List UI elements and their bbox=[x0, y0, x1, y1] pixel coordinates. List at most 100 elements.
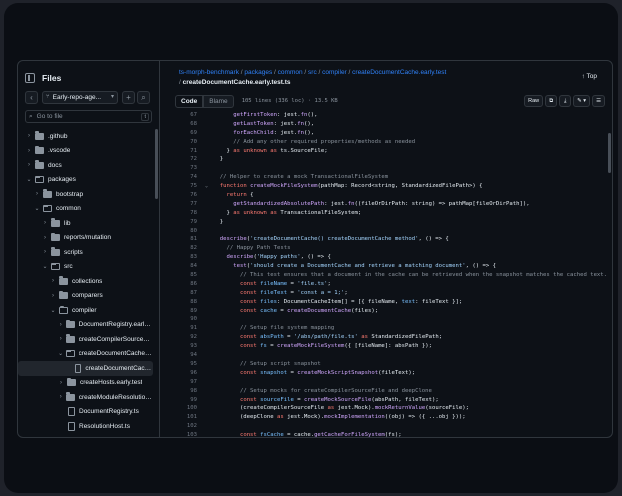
code-text: } as unknown as ts.SourceFile; bbox=[213, 147, 328, 154]
tree-item-label: .vscode bbox=[48, 147, 71, 155]
line-number[interactable]: 71 bbox=[175, 147, 197, 156]
back-button[interactable]: ‹ bbox=[25, 91, 38, 104]
line-number[interactable]: 95 bbox=[175, 360, 197, 369]
folder-icon bbox=[51, 218, 60, 227]
line-number[interactable]: 100 bbox=[175, 404, 197, 413]
tree-folder[interactable]: ⌄ compiler bbox=[18, 303, 153, 318]
breadcrumb-test-folder[interactable]: createDocumentCache.early.test bbox=[352, 69, 446, 76]
tree-file[interactable]: DocumentRegistry.ts bbox=[18, 405, 153, 420]
tree-item-label: packages bbox=[48, 176, 76, 184]
copy-icon[interactable]: ⧉ bbox=[545, 95, 558, 107]
line-number[interactable]: 74 bbox=[175, 173, 197, 182]
line-number[interactable]: 103 bbox=[175, 431, 197, 437]
line-number[interactable]: 90 bbox=[175, 315, 197, 324]
search-button[interactable]: ⌕ bbox=[137, 91, 150, 104]
line-number[interactable]: 86 bbox=[175, 280, 197, 289]
edit-icon[interactable]: ✎ ▾ bbox=[573, 95, 591, 107]
go-to-file-input[interactable]: ⌕ Go to file t bbox=[25, 110, 152, 123]
tree-folder[interactable]: ⌄ common bbox=[18, 202, 153, 217]
line-number[interactable]: 67 bbox=[175, 111, 197, 120]
tree-folder[interactable]: ⌄ src bbox=[18, 260, 153, 275]
tab-code[interactable]: Code bbox=[175, 94, 204, 108]
breadcrumb-repo[interactable]: ts-morph-benchmark bbox=[179, 69, 239, 76]
tree-folder[interactable]: ⌄ createDocumentCache.ear... bbox=[18, 347, 153, 362]
line-number[interactable]: 78 bbox=[175, 209, 197, 218]
download-icon[interactable]: ⤓ bbox=[559, 95, 572, 107]
tree-folder[interactable]: › createHosts.early.test bbox=[18, 376, 153, 391]
fold-gutter bbox=[205, 342, 213, 351]
tree-folder[interactable]: › scripts bbox=[18, 245, 153, 260]
line-number[interactable]: 85 bbox=[175, 271, 197, 280]
tree-file[interactable]: createDocumentCache.e... bbox=[18, 361, 153, 376]
line-number[interactable]: 92 bbox=[175, 333, 197, 342]
line-number[interactable]: 96 bbox=[175, 369, 197, 378]
fold-gutter bbox=[205, 262, 213, 271]
code-text: forEachChild: jest.fn(), bbox=[233, 129, 315, 136]
tree-folder[interactable]: › lib bbox=[18, 216, 153, 231]
line-number[interactable]: 97 bbox=[175, 378, 197, 387]
code-line: 90 bbox=[175, 315, 612, 324]
line-number[interactable]: 89 bbox=[175, 307, 197, 316]
tab-blame[interactable]: Blame bbox=[203, 94, 234, 108]
line-number[interactable]: 87 bbox=[175, 289, 197, 298]
line-number[interactable]: 102 bbox=[175, 422, 197, 431]
files-header: Files bbox=[25, 71, 61, 85]
line-number[interactable]: 79 bbox=[175, 218, 197, 227]
breadcrumb-src[interactable]: src bbox=[308, 69, 317, 76]
tree-folder[interactable]: ⌄ packages bbox=[18, 173, 153, 188]
line-number[interactable]: 99 bbox=[175, 396, 197, 405]
code-line: 68 getLastToken: jest.fn(), bbox=[175, 120, 612, 129]
tree-folder[interactable]: › docs bbox=[18, 158, 153, 173]
line-number[interactable]: 81 bbox=[175, 235, 197, 244]
fold-chevron-icon[interactable]: ⌄ bbox=[205, 182, 213, 191]
branch-selector[interactable]: ⑂ Early-repo-age... ▾ bbox=[42, 91, 118, 104]
line-number[interactable]: 101 bbox=[175, 413, 197, 422]
line-number[interactable]: 73 bbox=[175, 164, 197, 173]
tree-folder[interactable]: › DocumentRegistry.early.test bbox=[18, 318, 153, 333]
line-number[interactable]: 72 bbox=[175, 155, 197, 164]
tree-folder[interactable]: › collections bbox=[18, 274, 153, 289]
collapse-sidebar-icon[interactable] bbox=[25, 73, 35, 83]
line-number[interactable]: 76 bbox=[175, 191, 197, 200]
tree-folder[interactable]: › .github bbox=[18, 129, 153, 144]
code-text: // This test ensures that a document in … bbox=[239, 272, 608, 279]
line-number[interactable]: 69 bbox=[175, 129, 197, 138]
fold-gutter bbox=[205, 164, 213, 173]
tree-folder[interactable]: › createModuleResolutionH... bbox=[18, 390, 153, 405]
line-number[interactable]: 91 bbox=[175, 324, 197, 333]
tree-file[interactable]: ResolutionHost.ts bbox=[18, 419, 153, 434]
line-number[interactable]: 98 bbox=[175, 387, 197, 396]
tree-folder[interactable]: › bootstrap bbox=[18, 187, 153, 202]
add-file-button[interactable]: + bbox=[122, 91, 135, 104]
line-number[interactable]: 77 bbox=[175, 200, 197, 209]
tree-folder[interactable]: › .vscode bbox=[18, 144, 153, 159]
code-text: const fsCache = cache.getCacheForFileSys… bbox=[239, 432, 402, 437]
top-link[interactable]: ↑ Top bbox=[582, 73, 597, 80]
breadcrumb-compiler[interactable]: compiler bbox=[322, 69, 347, 76]
line-number[interactable]: 94 bbox=[175, 351, 197, 360]
line-number[interactable]: 68 bbox=[175, 120, 197, 129]
code-line: 80 bbox=[175, 227, 612, 236]
sidebar-scrollbar[interactable] bbox=[155, 129, 158, 199]
tree-folder[interactable]: › comparers bbox=[18, 289, 153, 304]
line-number[interactable]: 84 bbox=[175, 262, 197, 271]
line-number[interactable]: 82 bbox=[175, 244, 197, 253]
breadcrumb-common[interactable]: common bbox=[278, 69, 303, 76]
code-line: 74 // Helper to create a mock Transactio… bbox=[175, 173, 612, 182]
symbols-panel-icon[interactable]: ☰ bbox=[592, 95, 605, 107]
line-number[interactable]: 93 bbox=[175, 342, 197, 351]
line-number[interactable]: 75 bbox=[175, 182, 197, 191]
line-number[interactable]: 80 bbox=[175, 227, 197, 236]
line-number[interactable]: 70 bbox=[175, 138, 197, 147]
code-scrollbar[interactable] bbox=[608, 133, 611, 173]
line-number[interactable]: 83 bbox=[175, 253, 197, 262]
code-line: 77 getStandardizedAbsolutePath: jest.fn(… bbox=[175, 200, 612, 209]
line-number[interactable]: 88 bbox=[175, 298, 197, 307]
code-text: getFirstToken: jest.fn(), bbox=[233, 112, 318, 118]
raw-button[interactable]: Raw bbox=[524, 95, 544, 107]
tree-folder[interactable]: › createCompilerSourceFile... bbox=[18, 332, 153, 347]
tree-item-label: reports/mutation bbox=[64, 234, 111, 242]
tree-folder[interactable]: › reports/mutation bbox=[18, 231, 153, 246]
code-text: } bbox=[213, 156, 224, 163]
breadcrumb-packages[interactable]: packages bbox=[244, 69, 272, 76]
